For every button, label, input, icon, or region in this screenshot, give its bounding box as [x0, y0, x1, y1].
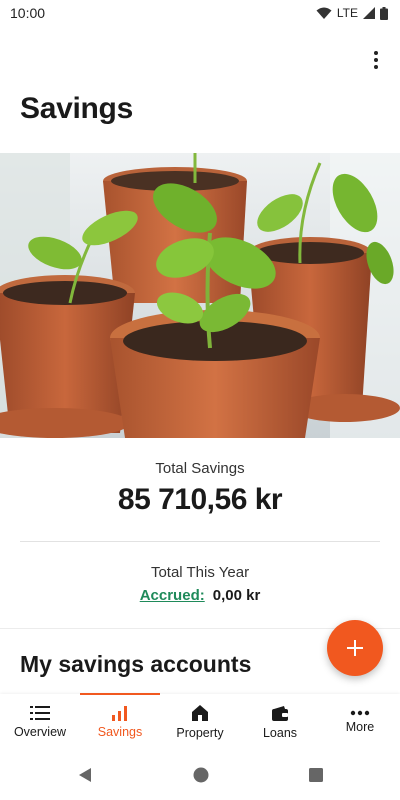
savings-summary: Total Savings 85 710,56 kr Total This Ye…	[0, 438, 400, 628]
battery-icon	[380, 6, 388, 20]
total-this-year-label: Total This Year	[150, 564, 250, 581]
active-tab-indicator	[80, 693, 160, 695]
total-savings-label: Total Savings	[155, 460, 245, 477]
nav-label-savings: Savings	[97, 725, 143, 739]
status-bar: 10:00 LTE	[0, 0, 400, 26]
nav-label-loans: Loans	[262, 725, 298, 740]
system-back-icon[interactable]	[77, 767, 93, 783]
nav-label-more: More	[345, 720, 375, 734]
overflow-dot	[374, 51, 378, 55]
overflow-dot	[374, 58, 378, 62]
app-bar	[0, 26, 400, 86]
list-icon	[30, 706, 50, 720]
overflow-dot	[374, 65, 378, 69]
system-recents-icon[interactable]	[309, 768, 323, 782]
add-account-button[interactable]	[327, 620, 383, 676]
status-icons: LTE	[316, 6, 388, 20]
nav-item-loans[interactable]: Loans	[240, 694, 320, 750]
home-icon	[192, 705, 208, 721]
total-savings-value: 85 710,56 kr	[117, 483, 283, 516]
page-title: Savings	[20, 92, 133, 125]
nav-item-savings[interactable]: Savings	[80, 693, 160, 750]
nav-item-property[interactable]: Property	[160, 694, 240, 750]
overflow-menu-button[interactable]	[366, 50, 386, 70]
seedlings-illustration	[0, 153, 400, 438]
status-time: 10:00	[10, 5, 46, 21]
wallet-icon	[272, 705, 288, 721]
accrued-link[interactable]: Accrued:	[140, 587, 205, 604]
wifi-icon	[316, 7, 332, 19]
system-home-icon[interactable]	[193, 767, 209, 783]
nav-item-more[interactable]: More	[320, 694, 400, 750]
savings-accounts-title: My savings accounts	[20, 651, 252, 677]
accrued-row: Accrued: 0,00 kr	[0, 587, 400, 604]
bottom-navigation: Overview Savings Property Loans More	[0, 693, 400, 750]
nav-label-overview: Overview	[13, 725, 67, 739]
accrued-value: 0,00 kr	[212, 587, 261, 604]
system-navigation-bar	[0, 750, 400, 800]
summary-divider	[20, 541, 380, 542]
more-icon	[350, 710, 370, 716]
hero-image	[0, 153, 400, 438]
nav-item-overview[interactable]: Overview	[0, 694, 80, 750]
network-type: LTE	[336, 6, 358, 20]
nav-label-property: Property	[176, 726, 224, 740]
signal-icon	[363, 7, 375, 19]
bar-chart-icon	[112, 706, 127, 721]
plus-icon	[347, 640, 363, 656]
